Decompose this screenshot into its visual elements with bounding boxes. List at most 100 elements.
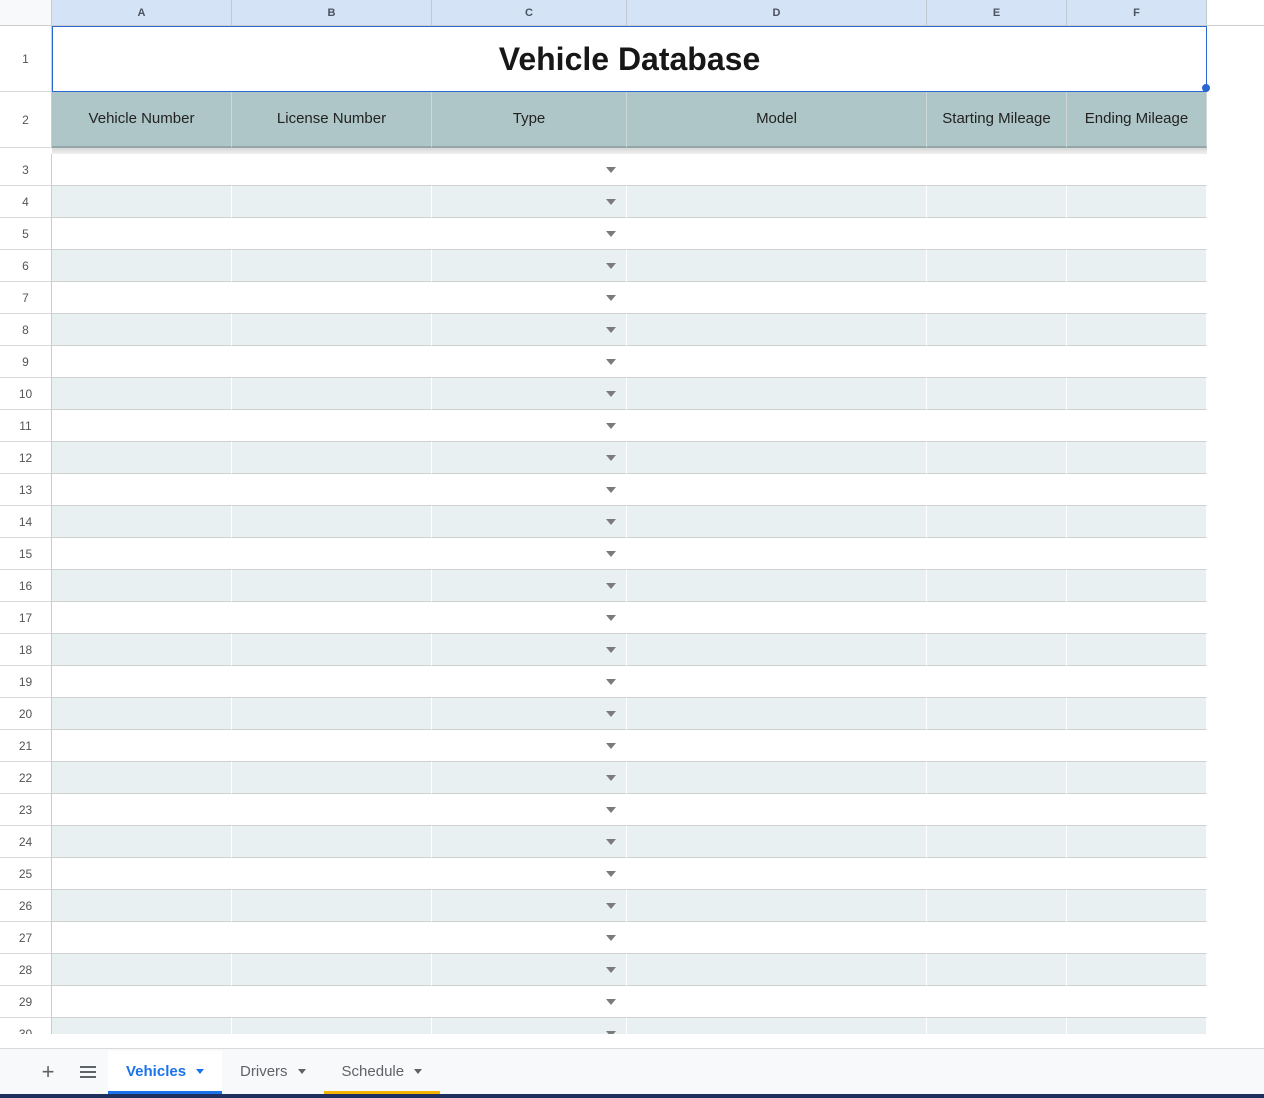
cell-C5[interactable] [432,218,627,250]
cell-D3[interactable] [627,154,927,186]
cell-F26[interactable] [1067,890,1207,922]
cell-F9[interactable] [1067,346,1207,378]
cell-A28[interactable] [52,954,232,986]
row-header-13[interactable]: 13 [0,474,52,506]
cell-F29[interactable] [1067,986,1207,1018]
title-cell[interactable]: Vehicle Database [52,26,1207,92]
add-sheet-button[interactable]: + [28,1052,68,1092]
chevron-down-icon[interactable] [196,1069,204,1074]
row-header-2[interactable]: 2 [0,92,52,148]
cell-B7[interactable] [232,282,432,314]
row-header-11[interactable]: 11 [0,410,52,442]
sheet-tab-vehicles[interactable]: Vehicles [108,1051,222,1093]
cell-C3[interactable] [432,154,627,186]
dropdown-caret-icon[interactable] [606,1031,616,1035]
cell-C15[interactable] [432,538,627,570]
cell-D5[interactable] [627,218,927,250]
cell-F14[interactable] [1067,506,1207,538]
row-header-8[interactable]: 8 [0,314,52,346]
cell-F10[interactable] [1067,378,1207,410]
dropdown-caret-icon[interactable] [606,647,616,653]
dropdown-caret-icon[interactable] [606,295,616,301]
cell-B26[interactable] [232,890,432,922]
dropdown-caret-icon[interactable] [606,679,616,685]
row-header-18[interactable]: 18 [0,634,52,666]
cell-F5[interactable] [1067,218,1207,250]
dropdown-caret-icon[interactable] [606,199,616,205]
column-header-D[interactable]: D [627,0,927,25]
cell-A27[interactable] [52,922,232,954]
cell-D21[interactable] [627,730,927,762]
dropdown-caret-icon[interactable] [606,359,616,365]
cell-D17[interactable] [627,602,927,634]
cell-B12[interactable] [232,442,432,474]
cell-D25[interactable] [627,858,927,890]
cell-B10[interactable] [232,378,432,410]
cell-D24[interactable] [627,826,927,858]
cell-C9[interactable] [432,346,627,378]
cell-E21[interactable] [927,730,1067,762]
cell-C21[interactable] [432,730,627,762]
dropdown-caret-icon[interactable] [606,423,616,429]
cell-A17[interactable] [52,602,232,634]
cell-A19[interactable] [52,666,232,698]
cell-D7[interactable] [627,282,927,314]
cell-D26[interactable] [627,890,927,922]
cell-A22[interactable] [52,762,232,794]
dropdown-caret-icon[interactable] [606,455,616,461]
cell-D22[interactable] [627,762,927,794]
cell-A8[interactable] [52,314,232,346]
cell-B9[interactable] [232,346,432,378]
cell-E14[interactable] [927,506,1067,538]
row-header-12[interactable]: 12 [0,442,52,474]
cell-E10[interactable] [927,378,1067,410]
cell-F20[interactable] [1067,698,1207,730]
cell-F12[interactable] [1067,442,1207,474]
cell-E13[interactable] [927,474,1067,506]
row-header-20[interactable]: 20 [0,698,52,730]
cell-F25[interactable] [1067,858,1207,890]
row-header-14[interactable]: 14 [0,506,52,538]
column-header-F[interactable]: F [1067,0,1207,25]
cell-E15[interactable] [927,538,1067,570]
cell-E19[interactable] [927,666,1067,698]
row-header-1[interactable]: 1 [0,26,52,92]
cell-C12[interactable] [432,442,627,474]
column-header-E[interactable]: E [927,0,1067,25]
dropdown-caret-icon[interactable] [606,935,616,941]
cell-C28[interactable] [432,954,627,986]
cell-B20[interactable] [232,698,432,730]
cell-C4[interactable] [432,186,627,218]
row-header-16[interactable]: 16 [0,570,52,602]
cell-D12[interactable] [627,442,927,474]
cell-C6[interactable] [432,250,627,282]
cell-C27[interactable] [432,922,627,954]
cell-D16[interactable] [627,570,927,602]
cell-F6[interactable] [1067,250,1207,282]
cell-A11[interactable] [52,410,232,442]
cell-F4[interactable] [1067,186,1207,218]
chevron-down-icon[interactable] [298,1069,306,1074]
cell-E3[interactable] [927,154,1067,186]
cell-F8[interactable] [1067,314,1207,346]
cell-F18[interactable] [1067,634,1207,666]
cell-C13[interactable] [432,474,627,506]
dropdown-caret-icon[interactable] [606,807,616,813]
cell-F22[interactable] [1067,762,1207,794]
cell-D28[interactable] [627,954,927,986]
dropdown-caret-icon[interactable] [606,167,616,173]
cell-B29[interactable] [232,986,432,1018]
cell-C17[interactable] [432,602,627,634]
cell-E16[interactable] [927,570,1067,602]
cell-B23[interactable] [232,794,432,826]
cell-C11[interactable] [432,410,627,442]
cell-F7[interactable] [1067,282,1207,314]
sheet-tab-schedule[interactable]: Schedule [324,1051,441,1093]
cell-F11[interactable] [1067,410,1207,442]
header-model[interactable]: Model [627,92,927,148]
cell-B15[interactable] [232,538,432,570]
row-header-15[interactable]: 15 [0,538,52,570]
cell-B28[interactable] [232,954,432,986]
row-header-23[interactable]: 23 [0,794,52,826]
cell-C22[interactable] [432,762,627,794]
